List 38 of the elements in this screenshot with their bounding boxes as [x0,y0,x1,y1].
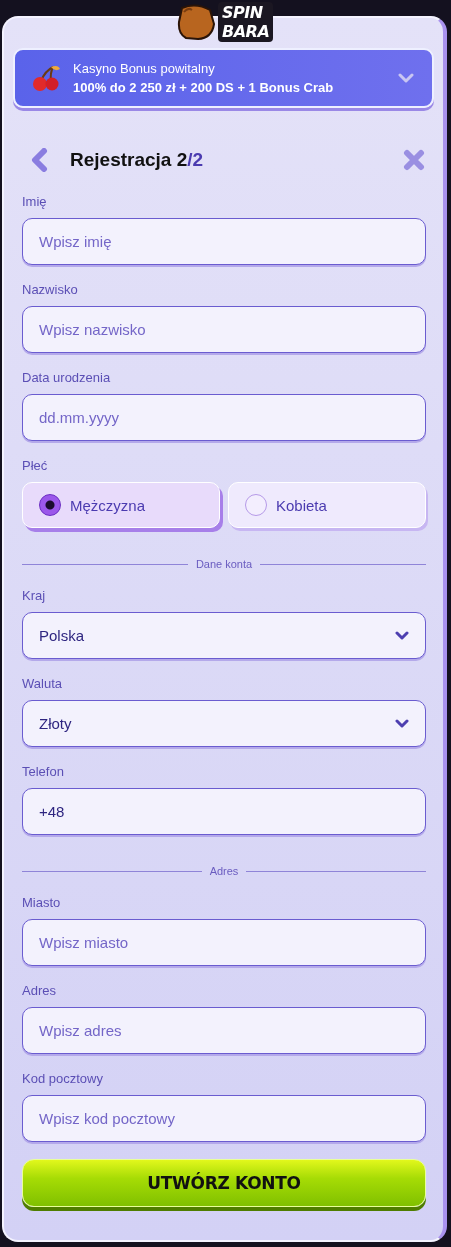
bonus-offer: 100% do 2 250 zł + 200 DS + 1 Bonus Crab [73,80,335,95]
input-field[interactable]: Wpisz miasto [22,919,426,966]
field-label: Nazwisko [22,282,79,298]
field-label: Kod pocztowy [22,1071,104,1087]
back-icon[interactable] [30,148,48,172]
select-field[interactable]: Polska [22,612,426,659]
input-field[interactable]: Wpisz imię [22,218,426,265]
caret-icon [395,718,409,729]
radio-option[interactable]: Kobieta [228,482,426,528]
input-field[interactable]: +48 [22,788,426,835]
logo-text: SPIN BARA [218,2,274,42]
field-label: Kraj [22,588,47,604]
section-heading: Adres [209,865,239,877]
radio-button[interactable] [39,494,61,516]
field-label: Data urodzenia [22,370,112,386]
bonus-banner[interactable]: Kasyno Bonus powitalny 100% do 2 250 zł + 200 DS + 1 Bonus Crab [13,48,434,108]
field-label: Telefon [22,764,65,780]
field-label: Płeć [22,458,49,474]
radio-label: Kobieta [276,496,327,514]
mascot-drawing [176,4,216,40]
caret-icon [395,630,409,641]
cherry-icon [31,63,61,93]
bonus-title: Kasyno Bonus powitalny [73,61,216,76]
input-field[interactable]: Wpisz kod pocztowy [22,1095,426,1142]
close-icon[interactable] [403,149,425,171]
section-heading: Dane konta [195,558,253,570]
form-title: Rejestracja 2/2 [70,149,205,171]
radio-label: Mężczyzna [70,496,146,514]
input-field[interactable]: Wpisz adres [22,1007,426,1054]
field-label: Imię [22,194,48,210]
field-label: Waluta [22,676,63,692]
chevron-down-icon [398,73,414,83]
select-field[interactable]: Złoty [22,700,426,747]
input-field[interactable]: Wpisz nazwisko [22,306,426,353]
field-label: Miasto [22,895,62,911]
input-field[interactable]: dd.mm.yyyy [22,394,426,441]
field-label: Adres [22,983,57,999]
radio-button[interactable] [245,494,267,516]
